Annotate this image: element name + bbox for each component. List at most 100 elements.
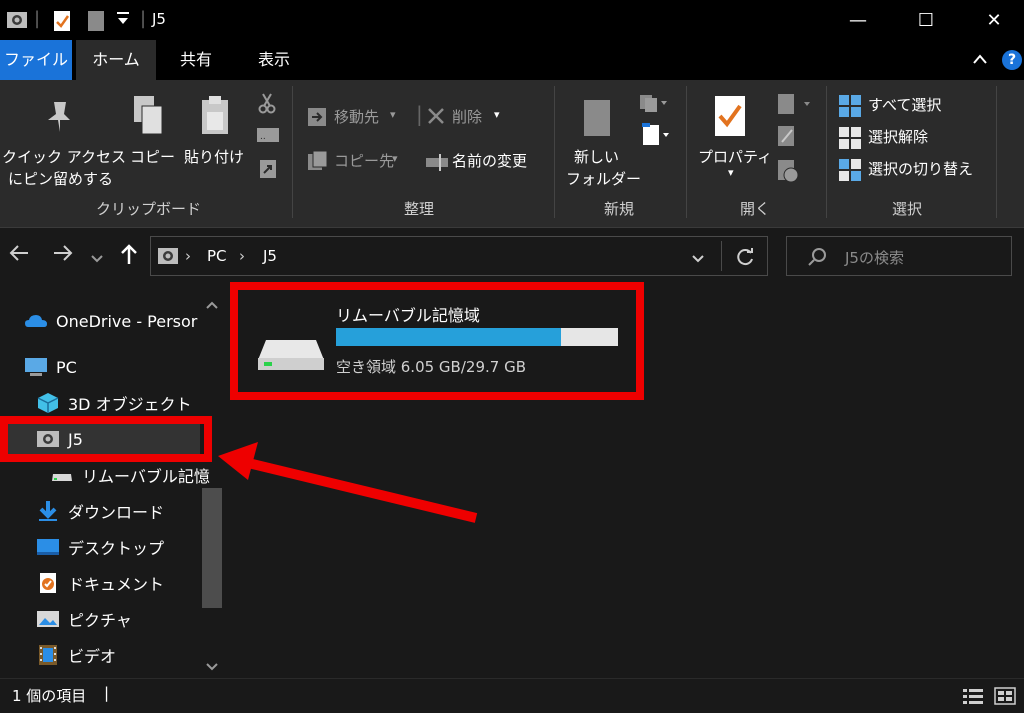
- forward-arrow-icon[interactable]: [52, 242, 74, 270]
- breadcrumb-separator-icon: ›: [185, 247, 191, 265]
- ribbon-tabs: ファイル ホーム 共有 表示 ?: [0, 40, 1024, 80]
- desktop-icon: [36, 536, 60, 558]
- history-icon[interactable]: [776, 158, 802, 188]
- tab-file[interactable]: ファイル: [0, 40, 72, 80]
- navigation-pane: OneDrive - Persor PC 3D オブジェクト J5 リムーバブル…: [0, 286, 226, 678]
- divider-icon: |: [140, 8, 147, 29]
- move-to-button[interactable]: 移動先: [334, 106, 379, 127]
- copy-to-button[interactable]: コピー先: [334, 150, 394, 171]
- divider-icon: |: [416, 102, 423, 126]
- copy-button[interactable]: コピー: [130, 146, 175, 167]
- new-folder-quick-icon[interactable]: [86, 10, 106, 36]
- nav-item-videos[interactable]: ビデオ: [36, 640, 116, 670]
- nav-item-label: PC: [56, 357, 77, 377]
- pin-to-quick-access-button[interactable]: クイック アクセス: [2, 146, 126, 167]
- svg-text:..: ..: [260, 132, 266, 142]
- properties-button[interactable]: プロパティ: [698, 146, 772, 167]
- search-placeholder: J5の検索: [845, 249, 904, 267]
- tab-view[interactable]: 表示: [242, 40, 306, 80]
- paste-shortcut-icon[interactable]: [258, 158, 278, 184]
- camera-device-icon: [6, 10, 28, 34]
- group-divider: [996, 86, 997, 218]
- nav-item-label: ダウンロード: [68, 503, 165, 522]
- paste-button[interactable]: 貼り付け: [184, 146, 244, 167]
- customize-quick-access-icon[interactable]: [116, 9, 130, 31]
- refresh-icon[interactable]: [735, 247, 755, 271]
- new-group-label: 新規: [604, 200, 635, 218]
- easy-access-icon[interactable]: [640, 122, 672, 152]
- scroll-down-icon[interactable]: [205, 658, 219, 676]
- details-view-icon[interactable]: [962, 687, 984, 709]
- address-dropdown-chevron-icon[interactable]: [691, 251, 705, 269]
- copy-path-icon[interactable]: ..: [256, 126, 280, 148]
- properties-quick-icon[interactable]: [52, 10, 72, 36]
- nav-item-label: ピクチャ: [68, 611, 132, 630]
- back-arrow-icon[interactable]: [8, 242, 30, 270]
- search-input[interactable]: J5の検索: [786, 236, 1012, 276]
- title-bar: | | J5 — ☐ ✕: [0, 0, 1024, 40]
- nav-item-label: ビデオ: [68, 647, 117, 666]
- annotation-arrow: [218, 442, 478, 523]
- rename-button[interactable]: 名前の変更: [452, 150, 527, 171]
- up-arrow-icon[interactable]: [118, 242, 140, 272]
- new-folder-button[interactable]: 新しい: [574, 146, 619, 167]
- nav-item-3d-objects[interactable]: 3D オブジェクト: [36, 388, 192, 418]
- delete-icon: [426, 106, 446, 130]
- recent-locations-chevron-icon[interactable]: [90, 246, 104, 271]
- select-all-button[interactable]: すべて選択: [868, 94, 941, 115]
- cloud-icon: [24, 310, 48, 332]
- divider: [721, 241, 722, 271]
- group-divider: [826, 86, 827, 218]
- tab-share[interactable]: 共有: [164, 40, 228, 80]
- scroll-up-icon[interactable]: [205, 296, 219, 314]
- select-all-icon: [838, 94, 862, 122]
- chevron-down-icon: ▾: [390, 108, 396, 121]
- select-none-icon: [838, 126, 862, 154]
- help-button[interactable]: ?: [1002, 50, 1022, 70]
- open-icon[interactable]: [776, 92, 812, 120]
- nav-item-pc[interactable]: PC: [24, 352, 77, 382]
- breadcrumb-j5[interactable]: J5: [263, 247, 277, 265]
- nav-item-label: 3D オブジェクト: [68, 395, 192, 414]
- nav-item-removable-storage[interactable]: リムーバブル記憶: [50, 460, 210, 490]
- computer-icon: [24, 356, 48, 378]
- large-icons-view-icon[interactable]: [994, 687, 1016, 709]
- nav-item-pictures[interactable]: ピクチャ: [36, 604, 132, 634]
- minimize-button[interactable]: —: [824, 0, 892, 40]
- invert-selection-button[interactable]: 選択の切り替え: [868, 158, 973, 179]
- close-button[interactable]: ✕: [960, 0, 1024, 40]
- select-group-label: 選択: [892, 200, 923, 218]
- cut-icon[interactable]: [258, 92, 276, 118]
- pin-to-quick-access-label: にピン留めする: [8, 170, 114, 188]
- nav-item-onedrive[interactable]: OneDrive - Persor: [24, 306, 197, 336]
- new-item-icon[interactable]: [638, 92, 670, 118]
- address-bar[interactable]: › PC › J5: [150, 236, 768, 276]
- document-icon: [36, 572, 60, 594]
- new-folder-label: フォルダー: [566, 170, 642, 188]
- edit-icon[interactable]: [776, 124, 798, 152]
- group-divider: [554, 86, 555, 218]
- nav-item-desktop[interactable]: デスクトップ: [36, 532, 164, 562]
- camera-device-icon: [157, 246, 179, 270]
- invert-selection-icon: [838, 158, 862, 186]
- nav-item-label: リムーバブル記憶: [82, 467, 210, 486]
- select-none-button[interactable]: 選択解除: [868, 126, 928, 147]
- address-row: › PC › J5 J5の検索: [0, 228, 1024, 286]
- delete-button[interactable]: 削除: [452, 106, 482, 127]
- copy-to-icon: [306, 150, 328, 176]
- drive-icon: [50, 464, 74, 486]
- nav-item-label: ドキュメント: [68, 575, 165, 594]
- organize-group-label: 整理: [404, 200, 435, 218]
- nav-item-downloads[interactable]: ダウンロード: [36, 496, 164, 526]
- rename-icon: [424, 152, 450, 176]
- collapse-ribbon-icon[interactable]: [972, 52, 988, 70]
- maximize-button[interactable]: ☐: [892, 0, 960, 40]
- breadcrumb-pc[interactable]: PC: [207, 247, 227, 265]
- copy-icon: [132, 94, 166, 142]
- tab-home[interactable]: ホーム: [76, 40, 156, 80]
- status-bar: 1 個の項目 |: [0, 678, 1024, 713]
- pictures-icon: [36, 608, 60, 630]
- breadcrumb-separator-icon: ›: [239, 247, 245, 265]
- nav-item-documents[interactable]: ドキュメント: [36, 568, 164, 598]
- ribbon: クイック アクセス にピン留めする コピー 貼り付け .. クリップボード 移動…: [0, 80, 1024, 228]
